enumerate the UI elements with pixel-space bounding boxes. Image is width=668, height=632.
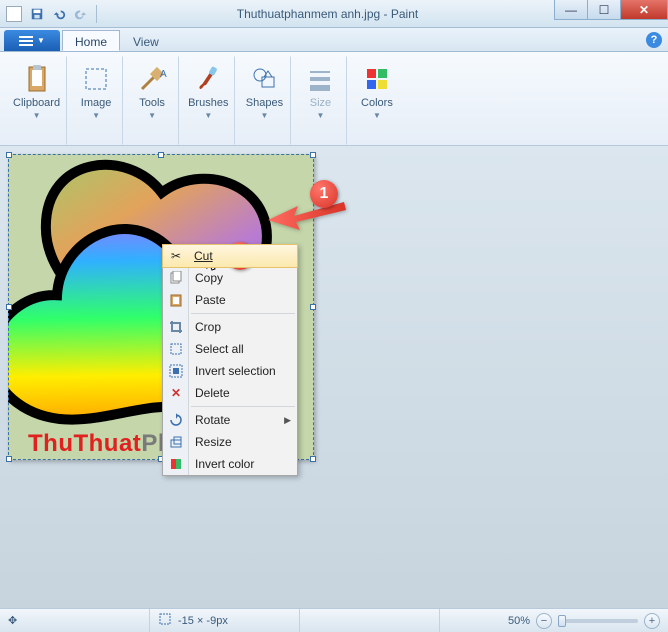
zoom-in-button[interactable]: +: [644, 613, 660, 629]
group-clipboard[interactable]: Clipboard ▼: [6, 56, 67, 145]
group-label: Clipboard: [13, 97, 60, 109]
tools-icon: A: [136, 63, 168, 95]
cut-icon: ✂: [168, 248, 184, 264]
group-label: Image: [81, 97, 112, 109]
select-all-icon: [168, 341, 184, 357]
resize-handle-w[interactable]: [6, 304, 12, 310]
selection-size-icon: [158, 612, 172, 629]
qat-undo-icon[interactable]: [51, 6, 67, 22]
group-label: Colors: [361, 97, 393, 109]
minimize-button[interactable]: —: [554, 0, 588, 20]
dropdown-icon: ▼: [148, 111, 156, 120]
select-icon: [80, 63, 112, 95]
dropdown-icon: ▼: [33, 111, 41, 120]
group-image[interactable]: Image ▼: [69, 56, 123, 145]
qat-redo-icon[interactable]: [73, 6, 89, 22]
app-icon: [6, 6, 22, 22]
dropdown-icon: ▼: [316, 111, 324, 120]
crop-icon: [168, 319, 184, 335]
context-menu: ✂ Cut Copy Paste Crop Select all Invert …: [162, 244, 298, 476]
rotate-icon: [168, 412, 184, 428]
resize-icon: [168, 434, 184, 450]
move-cursor-icon: ✥: [8, 614, 17, 627]
group-shapes[interactable]: Shapes ▼: [237, 56, 291, 145]
watermark-red: ThuThuat: [28, 430, 141, 457]
selection-size: -15 × -9px: [178, 615, 228, 627]
resize-handle-ne[interactable]: [310, 152, 316, 158]
colors-icon: [361, 63, 393, 95]
svg-text:A: A: [160, 69, 167, 80]
group-brushes[interactable]: Brushes ▼: [181, 56, 235, 145]
zoom-out-button[interactable]: −: [536, 613, 552, 629]
group-label: Size: [310, 97, 331, 109]
dropdown-icon: ▼: [204, 111, 212, 120]
dropdown-icon: ▼: [92, 111, 100, 120]
group-size[interactable]: Size ▼: [293, 56, 347, 145]
resize-handle-sw[interactable]: [6, 456, 12, 462]
group-colors[interactable]: Colors ▼: [349, 56, 403, 145]
menu-copy[interactable]: Copy: [163, 267, 297, 289]
dropdown-icon: ▼: [373, 111, 381, 120]
brush-icon: [192, 63, 224, 95]
invert-color-icon: [168, 456, 184, 472]
menu-select-all[interactable]: Select all: [163, 338, 297, 360]
delete-icon: ✕: [168, 385, 184, 401]
zoom-slider[interactable]: [558, 619, 638, 623]
menu-paste[interactable]: Paste: [163, 289, 297, 311]
zoom-level: 50%: [508, 615, 530, 627]
submenu-arrow-icon: ▶: [284, 415, 291, 426]
size-icon: [304, 63, 336, 95]
menu-cut[interactable]: ✂ Cut: [162, 244, 298, 268]
close-button[interactable]: ✕: [620, 0, 668, 20]
resize-handle-n[interactable]: [158, 152, 164, 158]
ribbon: Clipboard ▼ Image ▼ A Tools ▼ Brushes ▼ …: [0, 52, 668, 146]
status-bar: ✥ -15 × -9px 50% − +: [0, 608, 668, 632]
menu-rotate[interactable]: Rotate ▶: [163, 409, 297, 431]
menu-invert-color[interactable]: Invert color: [163, 453, 297, 475]
title-bar: Thuthuatphanmem anh.jpg - Paint — ☐ ✕: [0, 0, 668, 28]
menu-crop[interactable]: Crop: [163, 316, 297, 338]
file-menu-button[interactable]: ▼: [4, 30, 60, 51]
qat-divider: [96, 5, 97, 23]
annotation-arrow: [264, 192, 354, 237]
dropdown-icon: ▼: [260, 111, 268, 120]
clipboard-icon: [21, 63, 53, 95]
resize-handle-nw[interactable]: [6, 152, 12, 158]
copy-icon: [168, 270, 184, 286]
tab-bar: ▼ Home View ?: [0, 28, 668, 52]
window-title: Thuthuatphanmem anh.jpg - Paint: [101, 7, 554, 21]
paste-icon: [168, 292, 184, 308]
group-label: Tools: [139, 97, 165, 109]
shapes-icon: [248, 63, 280, 95]
tab-home[interactable]: Home: [62, 30, 120, 51]
maximize-button[interactable]: ☐: [587, 0, 621, 20]
invert-selection-icon: [168, 363, 184, 379]
zoom-thumb[interactable]: [558, 615, 566, 627]
group-label: Brushes: [188, 97, 228, 109]
annotation-badge-1: 1: [310, 180, 338, 208]
resize-handle-e[interactable]: [310, 304, 316, 310]
menu-resize[interactable]: Resize: [163, 431, 297, 453]
resize-handle-se[interactable]: [310, 456, 316, 462]
help-button[interactable]: ?: [646, 32, 662, 48]
group-tools[interactable]: A Tools ▼: [125, 56, 179, 145]
qat-save-icon[interactable]: [29, 6, 45, 22]
menu-invert-selection[interactable]: Invert selection: [163, 360, 297, 382]
group-label: Shapes: [246, 97, 283, 109]
tab-view[interactable]: View: [120, 30, 172, 51]
menu-delete[interactable]: ✕ Delete: [163, 382, 297, 404]
